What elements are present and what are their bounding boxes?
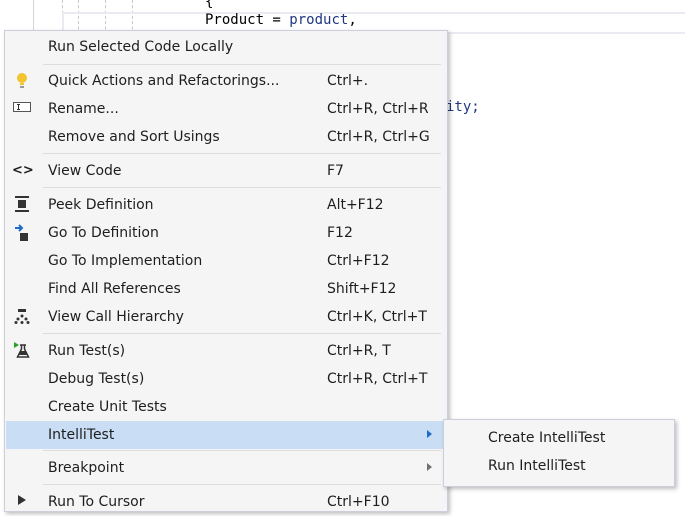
menu-item-run-selected-code-locally[interactable]: Run Selected Code Locally xyxy=(6,33,446,61)
menu-item-intellitest[interactable]: IntelliTest xyxy=(6,421,446,449)
menu-separator xyxy=(43,484,441,485)
submenu-arrow-icon xyxy=(427,430,432,438)
menu-item-label: View Code xyxy=(48,163,122,179)
go-to-definition-icon xyxy=(12,224,32,242)
menu-item-label: Run Selected Code Locally xyxy=(48,39,234,55)
menu-item-label: Go To Implementation xyxy=(48,253,203,269)
menu-item-shortcut: F7 xyxy=(327,163,344,179)
menu-separator xyxy=(43,153,441,154)
menu-item-peek-definition[interactable]: Peek Definition Alt+F12 xyxy=(6,191,446,219)
menu-item-label: Create Unit Tests xyxy=(48,399,167,415)
menu-separator xyxy=(43,333,441,334)
code-token: Product = xyxy=(205,12,290,28)
menu-item-shortcut: Alt+F12 xyxy=(327,197,384,213)
menu-item-shortcut: Ctrl+R, Ctrl+G xyxy=(327,129,430,145)
menu-item-shortcut: Ctrl+R, Ctrl+T xyxy=(327,371,428,387)
menu-item-shortcut: Shift+F12 xyxy=(327,281,397,297)
run-test-icon xyxy=(12,342,32,360)
menu-item-find-all-references[interactable]: Find All References Shift+F12 xyxy=(6,275,446,303)
menu-item-label: Remove and Sort Usings xyxy=(48,129,220,145)
menu-item-debug-tests[interactable]: Debug Test(s) Ctrl+R, Ctrl+T xyxy=(6,365,446,393)
menu-item-create-unit-tests[interactable]: Create Unit Tests xyxy=(6,393,446,421)
submenu-arrow-icon xyxy=(427,463,432,471)
menu-item-label: Quick Actions and Refactorings... xyxy=(48,73,280,89)
menu-item-quick-actions[interactable]: Quick Actions and Refactorings... Ctrl+. xyxy=(6,67,446,95)
code-line: ity; xyxy=(446,99,480,115)
code-token: product xyxy=(289,12,349,28)
menu-item-label: Rename... xyxy=(48,101,119,117)
peek-definition-icon xyxy=(12,196,32,214)
menu-separator xyxy=(43,64,441,65)
lightbulb-icon xyxy=(12,72,32,90)
menu-item-label: Peek Definition xyxy=(48,197,154,213)
menu-item-label: Go To Definition xyxy=(48,225,159,241)
menu-separator xyxy=(43,187,441,188)
menu-item-label: View Call Hierarchy xyxy=(48,309,184,325)
intellitest-submenu: Create IntelliTest Run IntelliTest xyxy=(443,419,675,487)
menu-item-shortcut: Ctrl+R, Ctrl+R xyxy=(327,101,429,117)
menu-item-label: Run Test(s) xyxy=(48,343,126,359)
menu-item-go-to-definition[interactable]: Go To Definition F12 xyxy=(6,219,446,247)
menu-item-label: Find All References xyxy=(48,281,181,297)
code-brackets-icon: <> xyxy=(12,163,34,178)
menu-item-view-call-hierarchy[interactable]: View Call Hierarchy Ctrl+K, Ctrl+T xyxy=(6,303,446,331)
context-menu: Run Selected Code Locally Quick Actions … xyxy=(4,30,448,512)
menu-item-go-to-implementation[interactable]: Go To Implementation Ctrl+F12 xyxy=(6,247,446,275)
menu-item-label: Breakpoint xyxy=(48,460,125,476)
menu-item-breakpoint[interactable]: Breakpoint xyxy=(6,454,446,482)
submenu-item-run-intellitest[interactable]: Run IntelliTest xyxy=(445,452,673,480)
menu-item-label: Create IntelliTest xyxy=(488,430,606,446)
menu-item-shortcut: Ctrl+F10 xyxy=(327,494,390,510)
run-to-cursor-icon xyxy=(12,493,32,511)
menu-item-label: Run IntelliTest xyxy=(488,458,586,474)
menu-item-label: Debug Test(s) xyxy=(48,371,145,387)
code-line: Product = product, xyxy=(205,12,357,28)
menu-item-label: Run To Cursor xyxy=(48,494,145,510)
menu-item-rename[interactable]: Rename... Ctrl+R, Ctrl+R xyxy=(6,95,446,123)
menu-item-view-code[interactable]: <> View Code F7 xyxy=(6,157,446,185)
menu-item-remove-sort-usings[interactable]: Remove and Sort Usings Ctrl+R, Ctrl+G xyxy=(6,123,446,151)
menu-item-shortcut: F12 xyxy=(327,225,353,241)
code-token: , xyxy=(348,12,357,28)
menu-item-shortcut: Ctrl+K, Ctrl+T xyxy=(327,309,427,325)
menu-item-shortcut: Ctrl+R, T xyxy=(327,343,391,359)
menu-item-shortcut: Ctrl+. xyxy=(327,73,369,89)
submenu-item-create-intellitest[interactable]: Create IntelliTest xyxy=(445,424,673,452)
menu-item-label: IntelliTest xyxy=(48,427,115,443)
code-line: { xyxy=(205,0,214,10)
menu-item-shortcut: Ctrl+F12 xyxy=(327,253,390,269)
call-hierarchy-icon xyxy=(12,308,32,326)
menu-item-run-tests[interactable]: Run Test(s) Ctrl+R, T xyxy=(6,337,446,365)
menu-item-run-to-cursor[interactable]: Run To Cursor Ctrl+F10 xyxy=(6,488,446,516)
rename-icon xyxy=(12,100,32,118)
menu-separator xyxy=(43,450,441,451)
